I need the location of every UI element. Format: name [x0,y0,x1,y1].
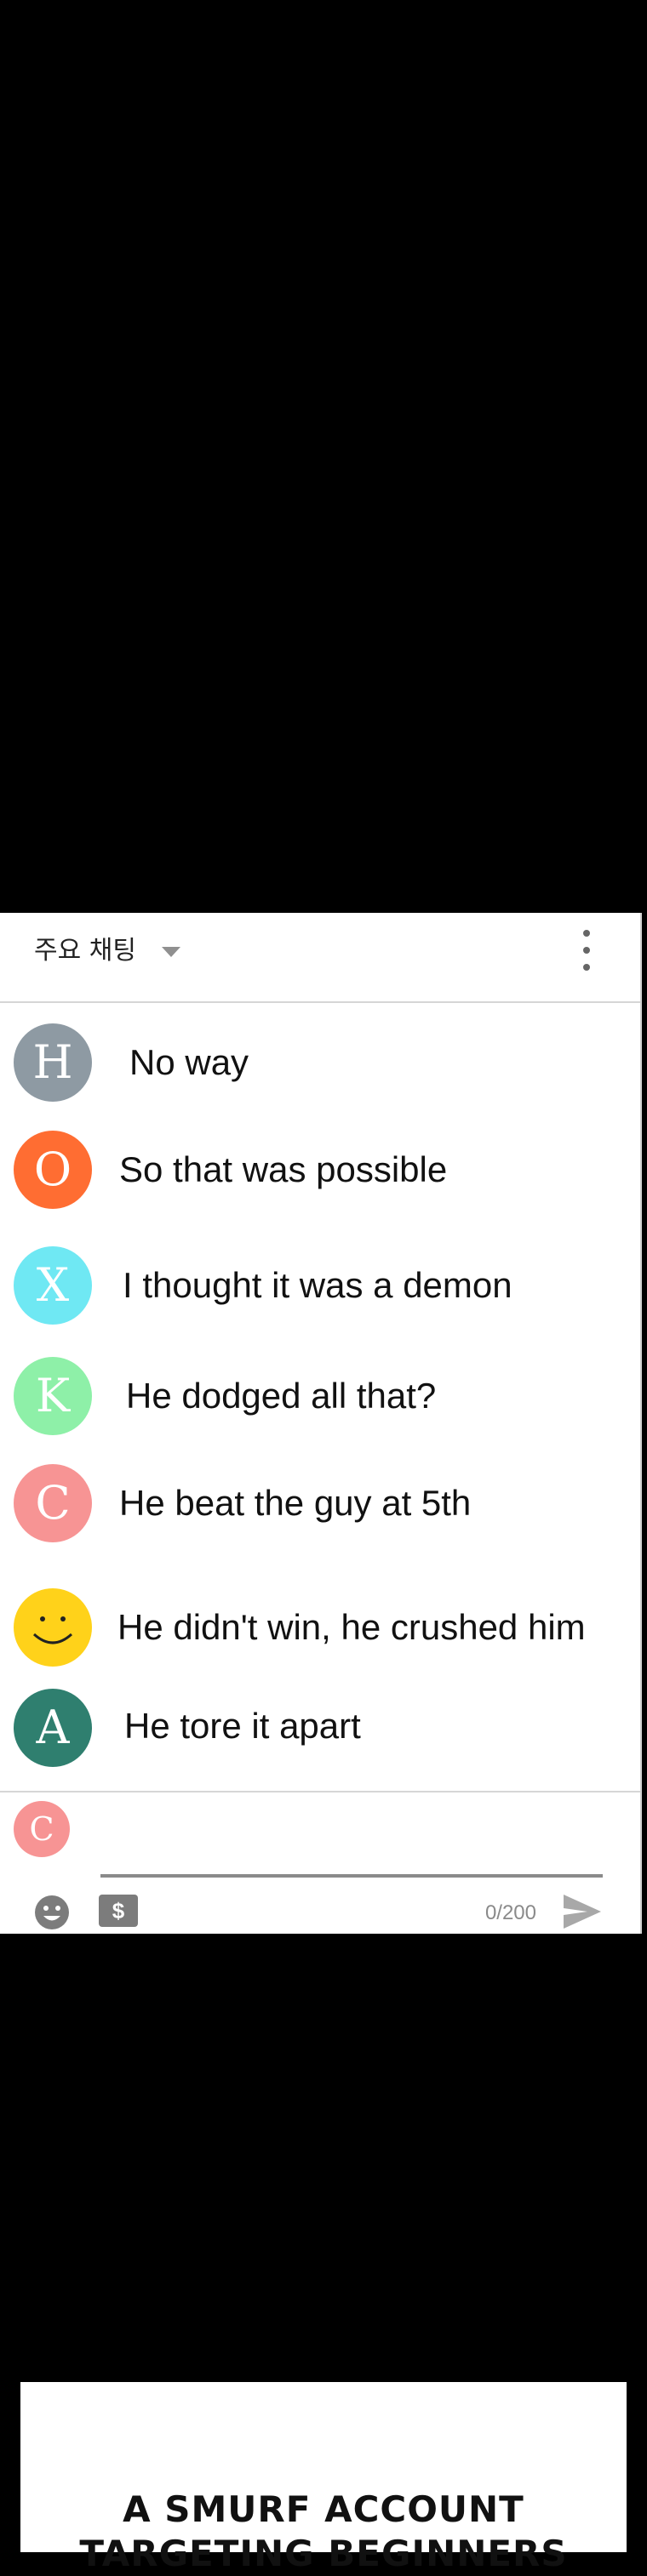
caption-line-2: TARGETING BEGINNERS [79,2533,568,2574]
chat-message: O So that was possible [0,1131,640,1224]
top-black-area [0,0,647,913]
smiley-face-icon [14,1588,92,1667]
avatar: A [14,1689,92,1767]
chat-message: A He tore it apart [0,1689,640,1782]
chevron-down-icon[interactable] [162,947,180,957]
avatar: O [14,1131,92,1209]
avatar: X [14,1246,92,1325]
message-text: He didn't win, he crushed him [117,1607,586,1647]
chat-message: H No way [0,1023,640,1117]
avatar: K [14,1357,92,1435]
character-counter: 0/200 [484,1901,536,1924]
emoji-icon[interactable] [34,1895,70,1930]
caption-text: A SMURF ACCOUNT TARGETING BEGINNERS [20,2488,627,2576]
chat-input-area: C $ 0/200 [0,1791,640,1934]
chat-message: C He beat the guy at 5th [0,1464,640,1558]
message-text: So that was possible [119,1149,448,1189]
message-text: I thought it was a demon [123,1265,512,1305]
chat-panel: 주요 채팅 H No way O So that was possible X … [0,913,642,1934]
message-text: He dodged all that? [126,1376,437,1416]
comic-caption-panel: A SMURF ACCOUNT TARGETING BEGINNERS [20,2382,627,2574]
avatar: H [14,1023,92,1102]
caption-line-1: A SMURF ACCOUNT [123,2488,524,2530]
message-text: No way [129,1042,249,1082]
more-options-icon[interactable] [574,930,599,977]
chat-mode-title[interactable]: 주요 채팅 [34,930,136,972]
send-icon[interactable] [562,1893,603,1930]
chat-header: 주요 채팅 [0,913,640,1003]
user-avatar: C [14,1801,70,1857]
avatar: C [14,1464,92,1542]
super-chat-button[interactable]: $ [99,1895,138,1927]
message-text: He tore it apart [124,1706,361,1746]
chat-message: X I thought it was a demon [0,1246,640,1340]
chat-input-field[interactable] [100,1874,603,1878]
message-text: He beat the guy at 5th [119,1483,472,1523]
chat-message: K He dodged all that? [0,1357,640,1450]
chat-message: He didn't win, he crushed him [0,1588,640,1682]
